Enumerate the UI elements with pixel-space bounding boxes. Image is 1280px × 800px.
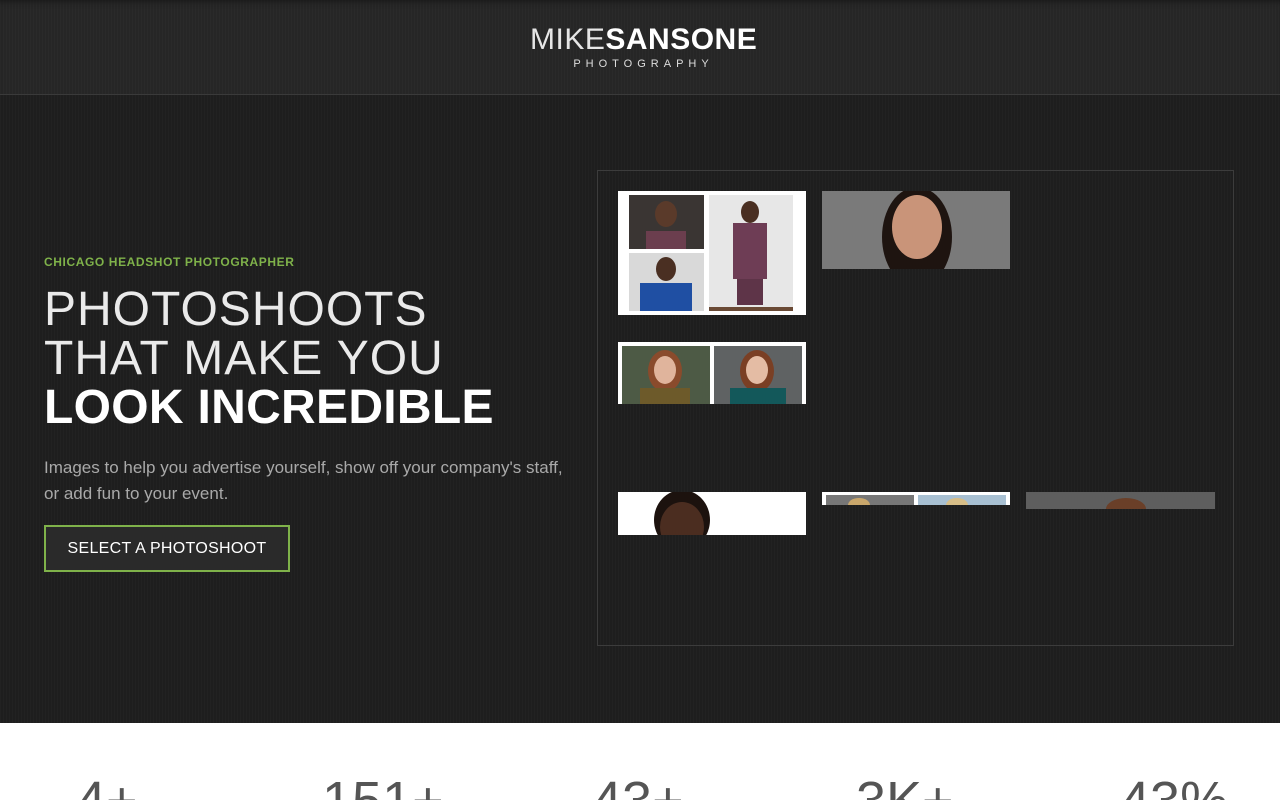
stat-value: 4+ (76, 771, 138, 800)
hero-section: CHICAGO HEADSHOT PHOTOGRAPHER PHOTOSHOOT… (0, 95, 1280, 723)
gallery-photo-redhead-collage[interactable] (618, 342, 806, 404)
site-logo[interactable]: MIKESANSONE PHOTOGRAPHY (530, 23, 757, 71)
logo-wordmark: MIKESANSONE (530, 23, 757, 56)
logo-last-name: SANSONE (605, 23, 758, 56)
stats-section: 4+ 151+ 43+ 3K+ 43% (0, 723, 1280, 800)
stat-value: 43+ (592, 771, 684, 800)
hero-subtext: Images to help you advertise yourself, s… (44, 458, 563, 503)
gallery-photo-woman-smiling[interactable] (822, 191, 1010, 269)
select-photoshoot-button[interactable]: SELECT A PHOTOSHOOT (44, 525, 290, 572)
gallery-photo-man-portrait[interactable] (618, 492, 806, 535)
photo-gallery (597, 170, 1234, 646)
logo-tagline: PHOTOGRAPHY (573, 58, 714, 70)
gallery-photo-man-suits[interactable] (618, 191, 806, 315)
gallery-photo-person-portrait[interactable] (1026, 492, 1215, 509)
stat-value: 151+ (322, 771, 444, 800)
gallery-photo-two-women[interactable] (822, 492, 1010, 505)
headline-line-1: PHOTOSHOOTS (44, 283, 428, 336)
hero-headline: PHOTOSHOOTS THAT MAKE YOU LOOK INCREDIBL… (44, 285, 494, 432)
headline-line-3: LOOK INCREDIBLE (44, 381, 494, 434)
headline-line-2: THAT MAKE YOU (44, 332, 444, 385)
logo-first-name: MIKE (530, 23, 606, 56)
stat-value: 43% (1120, 771, 1228, 800)
hero-eyebrow: CHICAGO HEADSHOT PHOTOGRAPHER (44, 255, 295, 269)
stat-value: 3K+ (856, 771, 954, 800)
site-header: MIKESANSONE PHOTOGRAPHY (0, 0, 1280, 95)
